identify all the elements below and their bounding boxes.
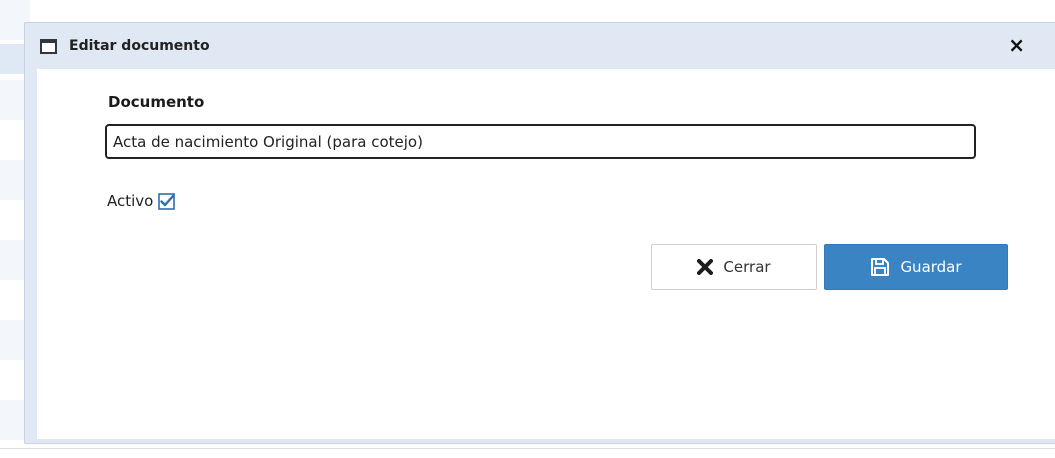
active-label: Activo bbox=[107, 192, 154, 210]
save-button[interactable]: Guardar bbox=[824, 244, 1008, 290]
checkbox-checked-icon bbox=[158, 192, 176, 210]
active-row: Activo bbox=[107, 192, 176, 210]
dialog-header[interactable]: Editar documento × bbox=[25, 23, 1055, 69]
window-icon bbox=[40, 38, 57, 54]
close-button[interactable]: Cerrar bbox=[651, 244, 817, 290]
close-icon[interactable]: × bbox=[1008, 35, 1025, 55]
document-label: Documento bbox=[108, 93, 205, 111]
x-icon bbox=[697, 259, 714, 275]
dialog-title: Editar documento bbox=[69, 38, 210, 54]
save-button-label: Guardar bbox=[900, 258, 962, 276]
dialog-body: Documento Activo Cerrar bbox=[37, 69, 1055, 439]
edit-document-dialog: Editar documento × Documento Activo Cerr… bbox=[24, 22, 1055, 444]
background-divider bbox=[0, 448, 1055, 449]
active-checkbox[interactable] bbox=[158, 192, 176, 210]
document-input[interactable] bbox=[105, 124, 976, 159]
floppy-disk-icon bbox=[870, 257, 890, 277]
close-button-label: Cerrar bbox=[723, 258, 771, 276]
